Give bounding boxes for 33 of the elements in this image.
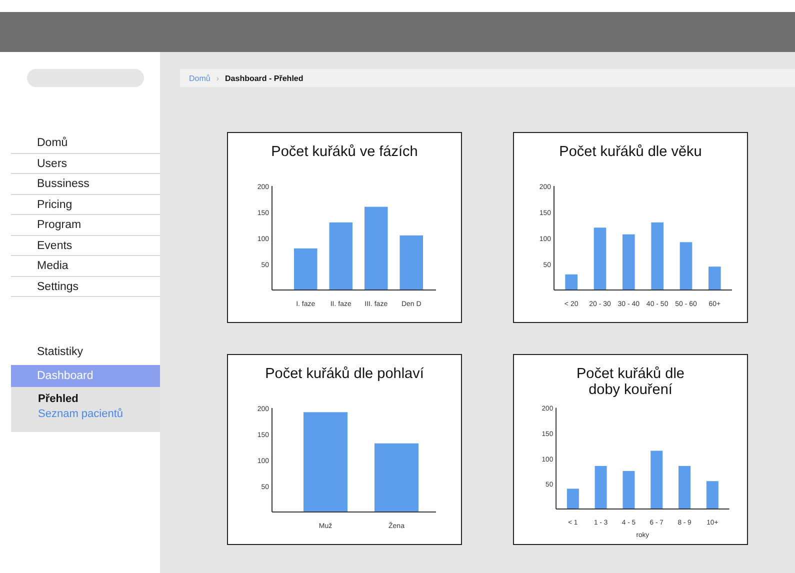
bar — [594, 228, 606, 290]
breadcrumb-separator: › — [216, 74, 220, 82]
submenu-item[interactable]: Přehled — [38, 392, 160, 407]
nav-item[interactable]: Events — [11, 236, 160, 256]
bar — [566, 488, 579, 509]
bar — [400, 235, 423, 290]
chart-title: Počet kuřáků dle doby kouření — [575, 365, 686, 398]
nav-item[interactable]: Program — [11, 215, 160, 235]
bar — [680, 242, 692, 290]
nav-item[interactable]: Domů — [11, 133, 160, 153]
chart-title: Počet kuřáků dle věku — [558, 143, 703, 160]
bar — [678, 466, 691, 509]
bar — [594, 466, 607, 509]
section-title: Statistiky — [37, 345, 84, 360]
nav-item[interactable]: Users — [11, 154, 160, 174]
nav-item[interactable]: Pricing — [11, 194, 160, 214]
chart-title: Počet kuřáků dle pohlaví — [264, 365, 425, 382]
search-field[interactable] — [27, 69, 144, 87]
bar — [565, 274, 578, 290]
bar — [651, 222, 664, 290]
breadcrumb-current: Dashboard - Přehled — [225, 74, 304, 82]
bar — [706, 481, 718, 509]
nav-item[interactable]: Settings — [11, 276, 160, 296]
bar — [650, 450, 663, 509]
bar — [374, 443, 418, 512]
bar — [329, 222, 352, 290]
bar — [622, 471, 635, 509]
nav-item[interactable]: Media — [11, 256, 160, 276]
bar — [622, 234, 635, 290]
chart-title: Počet kuřáků ve fázích — [270, 143, 419, 160]
bar — [294, 248, 318, 290]
nav-item[interactable]: Bussiness — [11, 174, 160, 194]
bar — [708, 266, 721, 290]
